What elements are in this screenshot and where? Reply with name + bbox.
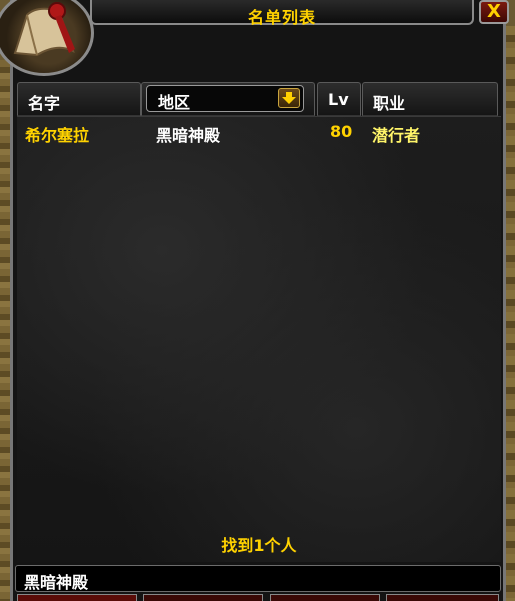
bottom-button-2[interactable] <box>143 594 263 601</box>
row-name: 希尔塞拉 <box>25 126 90 145</box>
results-panel <box>17 116 501 562</box>
row-class: 潜行者 <box>372 126 421 145</box>
column-header-class[interactable]: 职业 <box>362 82 498 116</box>
bottom-button-4[interactable] <box>386 594 499 601</box>
row-level: 80 <box>330 122 353 141</box>
row-zone: 黑暗神殿 <box>156 126 221 145</box>
column-header-level[interactable]: Lv <box>317 82 361 116</box>
arrow-down-icon[interactable] <box>278 88 300 108</box>
close-icon: X <box>487 1 501 22</box>
column-header-name-label: 名字 <box>28 94 61 113</box>
bottom-button-3[interactable] <box>270 594 380 601</box>
close-button[interactable]: X <box>479 0 509 24</box>
column-header-class-label: 职业 <box>373 94 406 113</box>
column-header-level-label: Lv <box>328 90 349 109</box>
bottom-button-1[interactable] <box>17 594 137 601</box>
zone-dropdown[interactable]: 地区 <box>146 85 304 112</box>
column-header-name[interactable]: 名字 <box>17 82 141 116</box>
result-count: 找到1个人 <box>221 536 297 555</box>
search-input-value: 黑暗神殿 <box>24 573 89 592</box>
search-input[interactable]: 黑暗神殿 <box>15 565 501 592</box>
zone-dropdown-label: 地区 <box>158 93 191 112</box>
window-title: 名单列表 <box>247 8 316 27</box>
